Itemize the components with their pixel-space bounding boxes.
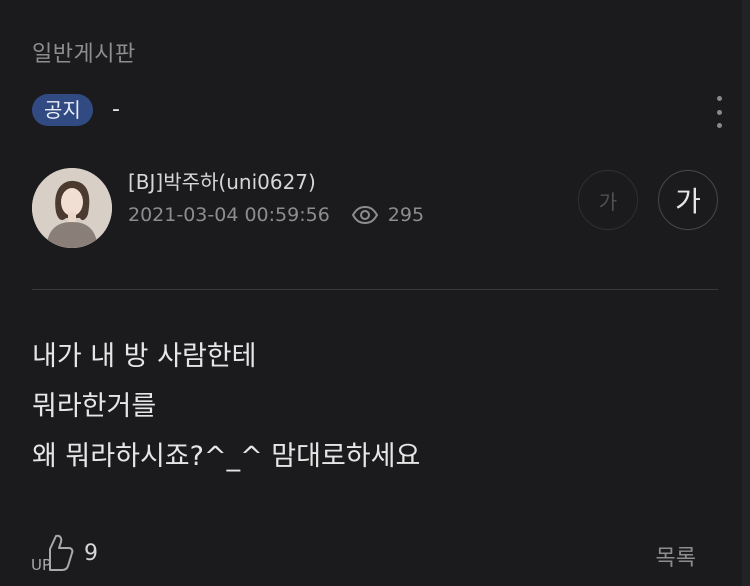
post-header: 공지 - bbox=[32, 94, 726, 130]
post-content: 내가 내 방 사람한테 뭐라한거를 왜 뭐라하시죠?^_^ 맘대로하세요 bbox=[32, 332, 712, 482]
post-meta: 2021-03-04 00:59:56 295 bbox=[128, 204, 424, 226]
divider bbox=[32, 289, 718, 290]
eye-icon bbox=[351, 206, 378, 224]
font-size-small-button[interactable]: 가 bbox=[578, 170, 638, 230]
author-info: [BJ]박주하(uni0627) 2021-03-04 00:59:56 295 bbox=[128, 168, 424, 226]
like-count: 9 bbox=[84, 540, 98, 566]
up-label: UP bbox=[31, 556, 51, 574]
board-name: 일반게시판 bbox=[32, 42, 136, 67]
post-datetime: 2021-03-04 00:59:56 bbox=[128, 204, 330, 226]
avatar[interactable] bbox=[32, 168, 112, 248]
notice-badge: 공지 bbox=[32, 94, 93, 126]
font-size-large-button[interactable]: 가 bbox=[658, 170, 718, 230]
content-line: 내가 내 방 사람한테 bbox=[32, 341, 257, 372]
more-vertical-icon[interactable] bbox=[712, 96, 726, 128]
author-name[interactable]: [BJ]박주하(uni0627) bbox=[128, 168, 424, 196]
content-line: 뭐라한거를 bbox=[32, 391, 157, 422]
thumbs-up-icon: UP bbox=[31, 534, 74, 574]
post-title: - bbox=[112, 97, 120, 122]
list-button[interactable]: 목록 bbox=[656, 540, 696, 572]
content-line: 왜 뭐라하시죠?^_^ 맘대로하세요 bbox=[32, 441, 421, 472]
like-button[interactable]: UP 9 bbox=[30, 532, 98, 574]
view-count: 295 bbox=[387, 204, 425, 226]
scrollbar-track[interactable] bbox=[742, 0, 750, 586]
